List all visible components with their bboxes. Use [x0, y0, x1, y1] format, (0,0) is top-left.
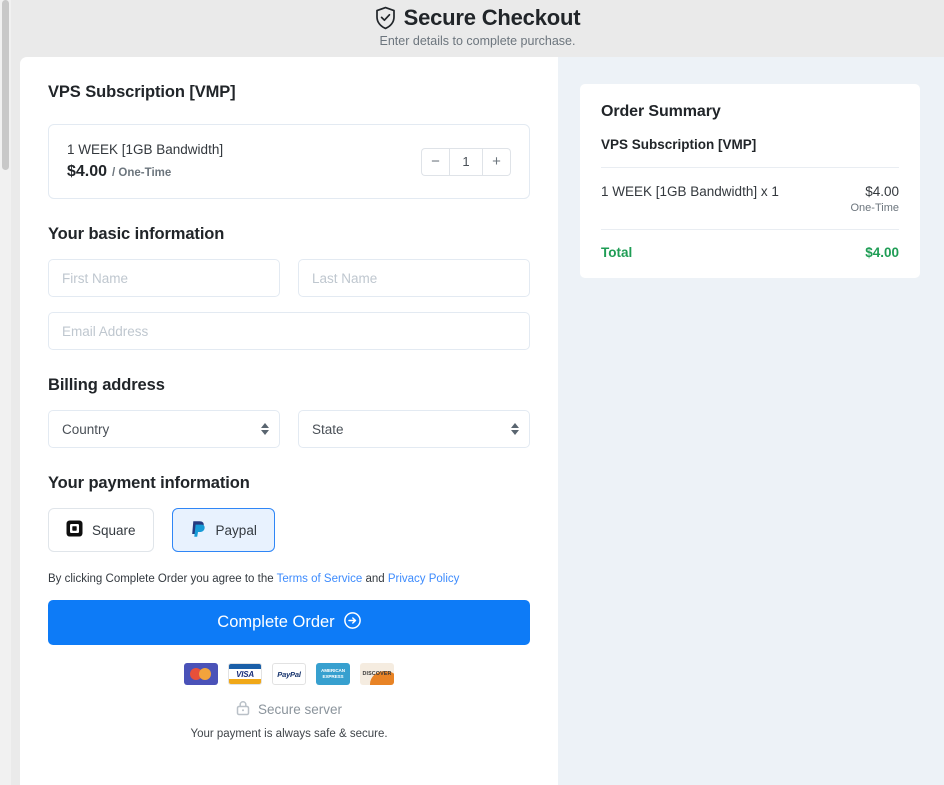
scrollbar-thumb[interactable]: [2, 0, 9, 170]
order-summary-line-item: 1 WEEK [1GB Bandwidth] x 1 $4.00 One-Tim…: [601, 184, 899, 214]
payment-method-paypal[interactable]: Paypal: [171, 508, 275, 552]
shield-check-icon: [375, 6, 396, 30]
billing-address-heading: Billing address: [48, 376, 165, 394]
amex-logo-text: AMERICAN EXPRESS: [321, 667, 345, 679]
order-summary-title: Order Summary: [601, 103, 721, 120]
payment-method-square[interactable]: Square: [48, 508, 154, 552]
order-summary-column: Order Summary VPS Subscription [VMP] 1 W…: [558, 57, 944, 785]
name-row: [48, 259, 530, 297]
paypal-icon: [190, 520, 207, 541]
order-summary-card: Order Summary VPS Subscription [VMP] 1 W…: [580, 84, 920, 278]
state-select-wrap: State: [298, 410, 530, 448]
arrow-right-circle-icon: [343, 611, 361, 634]
product-name: 1 WEEK [1GB Bandwidth]: [67, 142, 224, 157]
visa-logo-text: VISA: [236, 669, 254, 679]
secure-server-label: Secure server: [257, 702, 343, 717]
order-summary-total-row: Total $4.00: [601, 245, 899, 260]
privacy-policy-link[interactable]: Privacy Policy: [388, 573, 460, 585]
page-scrollbar[interactable]: [0, 0, 11, 785]
last-name-input[interactable]: [298, 259, 530, 297]
page-header: Secure Checkout Enter details to complet…: [11, 0, 944, 57]
discover-logo-text: DISCOVER: [362, 671, 392, 677]
amex-logo: AMERICAN EXPRESS: [316, 663, 350, 685]
quantity-decrease-button[interactable]: −: [421, 147, 449, 176]
visa-logo: VISA: [228, 663, 262, 685]
product-heading: VPS Subscription [VMP]: [48, 83, 236, 101]
product-details: 1 WEEK [1GB Bandwidth] $4.00 / One-Time: [67, 142, 223, 181]
paypal-logo: PayPal: [272, 663, 306, 685]
terms-prefix: By clicking Complete Order you agree to …: [48, 573, 277, 585]
order-summary-product: VPS Subscription [VMP]: [601, 137, 757, 152]
basic-information-section: Your basic information: [48, 225, 530, 350]
payment-method-square-label: Square: [92, 522, 136, 538]
checkout-page: Secure Checkout Enter details to complet…: [0, 0, 944, 785]
quantity-value[interactable]: 1: [449, 147, 483, 176]
complete-order-label: Complete Order: [217, 613, 335, 631]
order-summary-line-period: One-Time: [850, 202, 900, 214]
secure-server-badge: Secure server: [48, 700, 530, 719]
product-price-row: $4.00 / One-Time: [67, 163, 223, 181]
mastercard-logo: [184, 663, 218, 685]
quantity-increase-button[interactable]: +: [483, 147, 511, 176]
payment-information-section: Your payment information Square Paypal: [48, 474, 530, 552]
order-summary-line-right: $4.00 One-Time: [851, 184, 900, 214]
secure-note: Your payment is always safe & secure.: [190, 728, 388, 740]
order-summary-total-label: Total: [601, 245, 633, 260]
email-row: [48, 312, 530, 350]
summary-divider-top: [601, 167, 899, 168]
page-subtitle: Enter details to complete purchase.: [379, 34, 576, 48]
square-icon: [66, 520, 83, 540]
order-summary-line-name: 1 WEEK [1GB Bandwidth] x 1: [601, 184, 779, 199]
page-title: Secure Checkout: [403, 5, 581, 30]
product-period: / One-Time: [112, 167, 172, 179]
email-input[interactable]: [48, 312, 530, 350]
accepted-cards: VISA PayPal AMERICAN EXPRESS DISCOVER: [48, 663, 530, 685]
header-title-row: Secure Checkout: [11, 0, 944, 31]
paypal-logo-text: PayPal: [277, 669, 301, 679]
summary-divider-bottom: [601, 229, 899, 230]
payment-method-options: Square Paypal: [48, 508, 530, 552]
payment-information-heading: Your payment information: [48, 474, 250, 492]
state-select[interactable]: State: [298, 410, 530, 448]
country-select-wrap: Country: [48, 410, 280, 448]
terms-text: By clicking Complete Order you agree to …: [48, 573, 530, 585]
order-summary-total-value: $4.00: [865, 245, 899, 260]
billing-row: Country State: [48, 410, 530, 448]
discover-logo: DISCOVER: [360, 663, 394, 685]
payment-method-paypal-label: Paypal: [215, 522, 257, 538]
order-summary-line-price: $4.00: [865, 184, 899, 199]
product-price: $4.00: [67, 163, 108, 180]
first-name-input[interactable]: [48, 259, 280, 297]
terms-middle: and: [362, 573, 388, 585]
billing-address-section: Billing address Country State: [48, 376, 530, 448]
lock-icon: [236, 700, 250, 719]
complete-order-button[interactable]: Complete Order: [48, 600, 530, 645]
basic-information-heading: Your basic information: [48, 225, 225, 243]
product-line-item: 1 WEEK [1GB Bandwidth] $4.00 / One-Time …: [48, 124, 530, 199]
checkout-form-panel: VPS Subscription [VMP] 1 WEEK [1GB Bandw…: [20, 57, 558, 785]
country-select[interactable]: Country: [48, 410, 280, 448]
terms-of-service-link[interactable]: Terms of Service: [277, 573, 363, 585]
quantity-stepper[interactable]: − 1 +: [421, 147, 511, 176]
